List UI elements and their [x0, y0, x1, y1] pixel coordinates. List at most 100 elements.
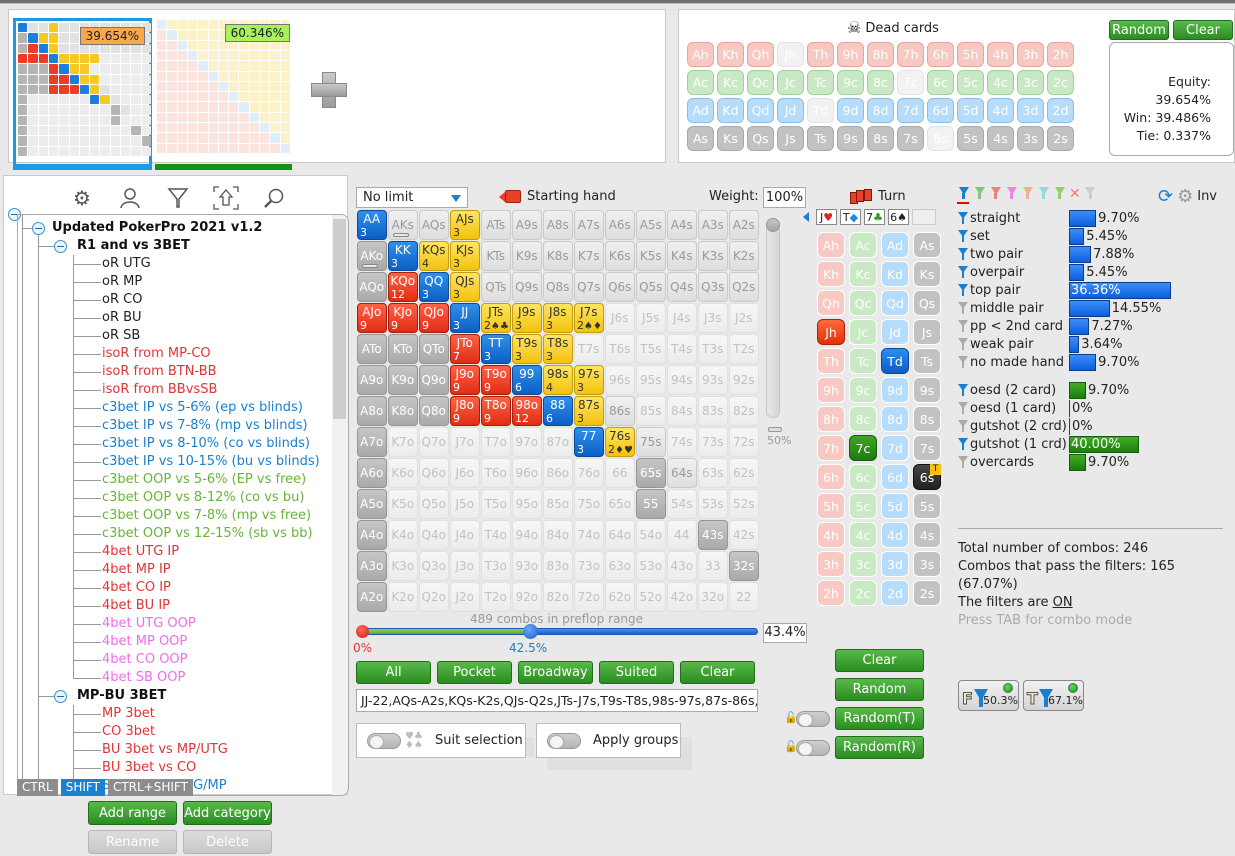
dead-card-7s[interactable]: 7s	[897, 126, 924, 151]
hand-cell-KTs[interactable]: KTs	[481, 241, 511, 271]
board-pick-Kc[interactable]: Kc	[849, 261, 877, 287]
dead-card-Td[interactable]: Td	[807, 98, 834, 123]
board-pick-Jc[interactable]: Jc	[849, 319, 877, 345]
weight-input[interactable]: 100%	[763, 187, 806, 208]
hand-cell-KQs[interactable]: KQs 4	[419, 241, 449, 271]
dead-card-5d[interactable]: 5d	[957, 98, 984, 123]
board-card-empty-slot[interactable]	[912, 209, 936, 225]
hand-cell-77[interactable]: 77 3	[574, 427, 604, 457]
hand-cell-K8o[interactable]: K8o	[388, 396, 418, 426]
dead-card-Kc[interactable]: Kc	[717, 70, 744, 95]
hand-cell-T3s[interactable]: T3s	[698, 334, 728, 364]
filter-tab-6-icon[interactable]	[1037, 187, 1050, 203]
hand-cell-97s[interactable]: 97s 3	[574, 365, 604, 395]
dead-card-3d[interactable]: 3d	[1017, 98, 1044, 123]
hand-cell-Q3s[interactable]: Q3s	[698, 272, 728, 302]
board-pick-6d[interactable]: 6d	[881, 464, 909, 490]
dead-card-4c[interactable]: 4c	[987, 70, 1014, 95]
board-pick-2s[interactable]: 2s	[913, 580, 941, 606]
range-percent-slider[interactable]	[356, 624, 758, 639]
hand-cell-T9s[interactable]: T9s 3	[512, 334, 542, 364]
dead-card-8c[interactable]: 8c	[867, 70, 894, 95]
hand-cell-J2o[interactable]: J2o	[450, 582, 480, 612]
hand-cell-22[interactable]: 22	[729, 582, 759, 612]
hand-cell-T6o[interactable]: T6o	[481, 458, 511, 488]
rename-button[interactable]: Rename	[88, 830, 177, 854]
funnel-icon[interactable]	[958, 383, 968, 397]
filter-row-two-pair[interactable]: two pair 7.88%	[958, 245, 1209, 263]
hand-cell-J8o[interactable]: J8o 9	[450, 396, 480, 426]
dead-card-9d[interactable]: 9d	[837, 98, 864, 123]
hand-cell-Q3o[interactable]: Q3o	[419, 551, 449, 581]
tree-item-range[interactable]: 4bet BU IP	[102, 597, 170, 615]
modifier-key-ctrl[interactable]: CTRL	[17, 779, 58, 796]
board-random-river-button[interactable]: Random(R)	[835, 736, 924, 759]
dead-card-Qh[interactable]: Qh	[747, 42, 774, 67]
board-pick-3d[interactable]: 3d	[881, 551, 909, 577]
tree-item-range[interactable]: c3bet OOP vs 7-8% (mp vs free)	[102, 507, 311, 525]
hand-cell-92s[interactable]: 92s	[729, 365, 759, 395]
dead-card-Ks[interactable]: Ks	[717, 126, 744, 151]
hand-cell-ATo[interactable]: ATo	[357, 334, 387, 364]
refresh-icon[interactable]: ⟳	[1158, 186, 1173, 207]
board-pick-5h[interactable]: 5h	[817, 493, 845, 519]
collapse-icon[interactable]	[54, 690, 67, 703]
hand-cell-T5s[interactable]: T5s	[636, 334, 666, 364]
filter-row-gutshot-1-crd-[interactable]: gutshot (1 crd) 40.00%	[958, 435, 1209, 453]
funnel-icon[interactable]	[958, 319, 968, 333]
dead-card-4d[interactable]: 4d	[987, 98, 1014, 123]
hand-cell-54o[interactable]: 54o	[636, 520, 666, 550]
collapse-icon[interactable]	[54, 240, 67, 253]
dead-card-9c[interactable]: 9c	[837, 70, 864, 95]
filter-row-pp-2nd-card[interactable]: pp < 2nd card 7.27%	[958, 317, 1209, 335]
hand-cell-KQo[interactable]: KQo 12	[388, 272, 418, 302]
quick-suited-button[interactable]: Suited	[599, 661, 674, 684]
hand-cell-ATs[interactable]: ATs	[481, 210, 511, 240]
dead-card-6h[interactable]: 6h	[927, 42, 954, 67]
modifier-key-shift[interactable]: SHIFT	[60, 779, 105, 796]
tree-item-range[interactable]: 4bet UTG OOP	[102, 615, 196, 633]
filter-tab-4-icon[interactable]	[1005, 187, 1018, 203]
board-pick-4d[interactable]: 4d	[881, 522, 909, 548]
tree-item-range[interactable]: CO 3bet	[102, 723, 155, 741]
board-pick-9d[interactable]: 9d	[881, 377, 909, 403]
dead-card-Jd[interactable]: Jd	[777, 98, 804, 123]
board-pick-4c[interactable]: 4c	[849, 522, 877, 548]
hand-cell-AJs[interactable]: AJs 3	[450, 210, 480, 240]
funnel-icon[interactable]	[958, 301, 968, 315]
hand-cell-76o[interactable]: 76o	[574, 458, 604, 488]
filter-tab-1-icon[interactable]	[957, 187, 970, 204]
dead-card-2d[interactable]: 2d	[1047, 98, 1074, 123]
hand-cell-82s[interactable]: 82s	[729, 396, 759, 426]
tree-item-range[interactable]: oR UTG	[102, 255, 151, 273]
hand-cell-87o[interactable]: 87o	[543, 427, 573, 457]
hand-cell-T7o[interactable]: T7o	[481, 427, 511, 457]
hand-cell-Q7s[interactable]: Q7s	[574, 272, 604, 302]
board-pick-Kh[interactable]: Kh	[817, 261, 845, 287]
hand-cell-J7o[interactable]: J7o	[450, 427, 480, 457]
hand-cell-K9s[interactable]: K9s	[512, 241, 542, 271]
dead-clear-button[interactable]: Clear	[1173, 20, 1233, 40]
dead-card-5s[interactable]: 5s	[957, 126, 984, 151]
tree-item-range[interactable]: c3bet OOP vs 12-15% (sb vs bb)	[102, 525, 313, 543]
random-turn-lock-toggle[interactable]	[796, 711, 830, 727]
dead-card-3h[interactable]: 3h	[1017, 42, 1044, 67]
hand-cell-53s[interactable]: 53s	[698, 489, 728, 519]
hand-cell-52o[interactable]: 52o	[636, 582, 666, 612]
board-pick-Js[interactable]: Js	[913, 319, 941, 345]
hand-cell-Q2s[interactable]: Q2s	[729, 272, 759, 302]
hand-cell-T4o[interactable]: T4o	[481, 520, 511, 550]
weight-slider[interactable]	[766, 218, 780, 418]
tree-item-range[interactable]: 4bet CO IP	[102, 579, 171, 597]
hand-cell-K4o[interactable]: K4o	[388, 520, 418, 550]
tree-item-range[interactable]: 4bet SB OOP	[102, 669, 185, 687]
filter-icon[interactable]	[164, 184, 192, 212]
tree-item-range[interactable]: c3bet IP vs 7-8% (mp vs blinds)	[102, 417, 308, 435]
hand-cell-92o[interactable]: 92o	[512, 582, 542, 612]
hand-cell-QJo[interactable]: QJo 9	[419, 303, 449, 333]
board-clear-button[interactable]: Clear	[835, 649, 924, 672]
hand-cell-K8s[interactable]: K8s	[543, 241, 573, 271]
tree-item-range[interactable]: BU 3bet vs CO	[102, 759, 196, 777]
dead-card-8s[interactable]: 8s	[867, 126, 894, 151]
hand-cell-K4s[interactable]: K4s	[667, 241, 697, 271]
